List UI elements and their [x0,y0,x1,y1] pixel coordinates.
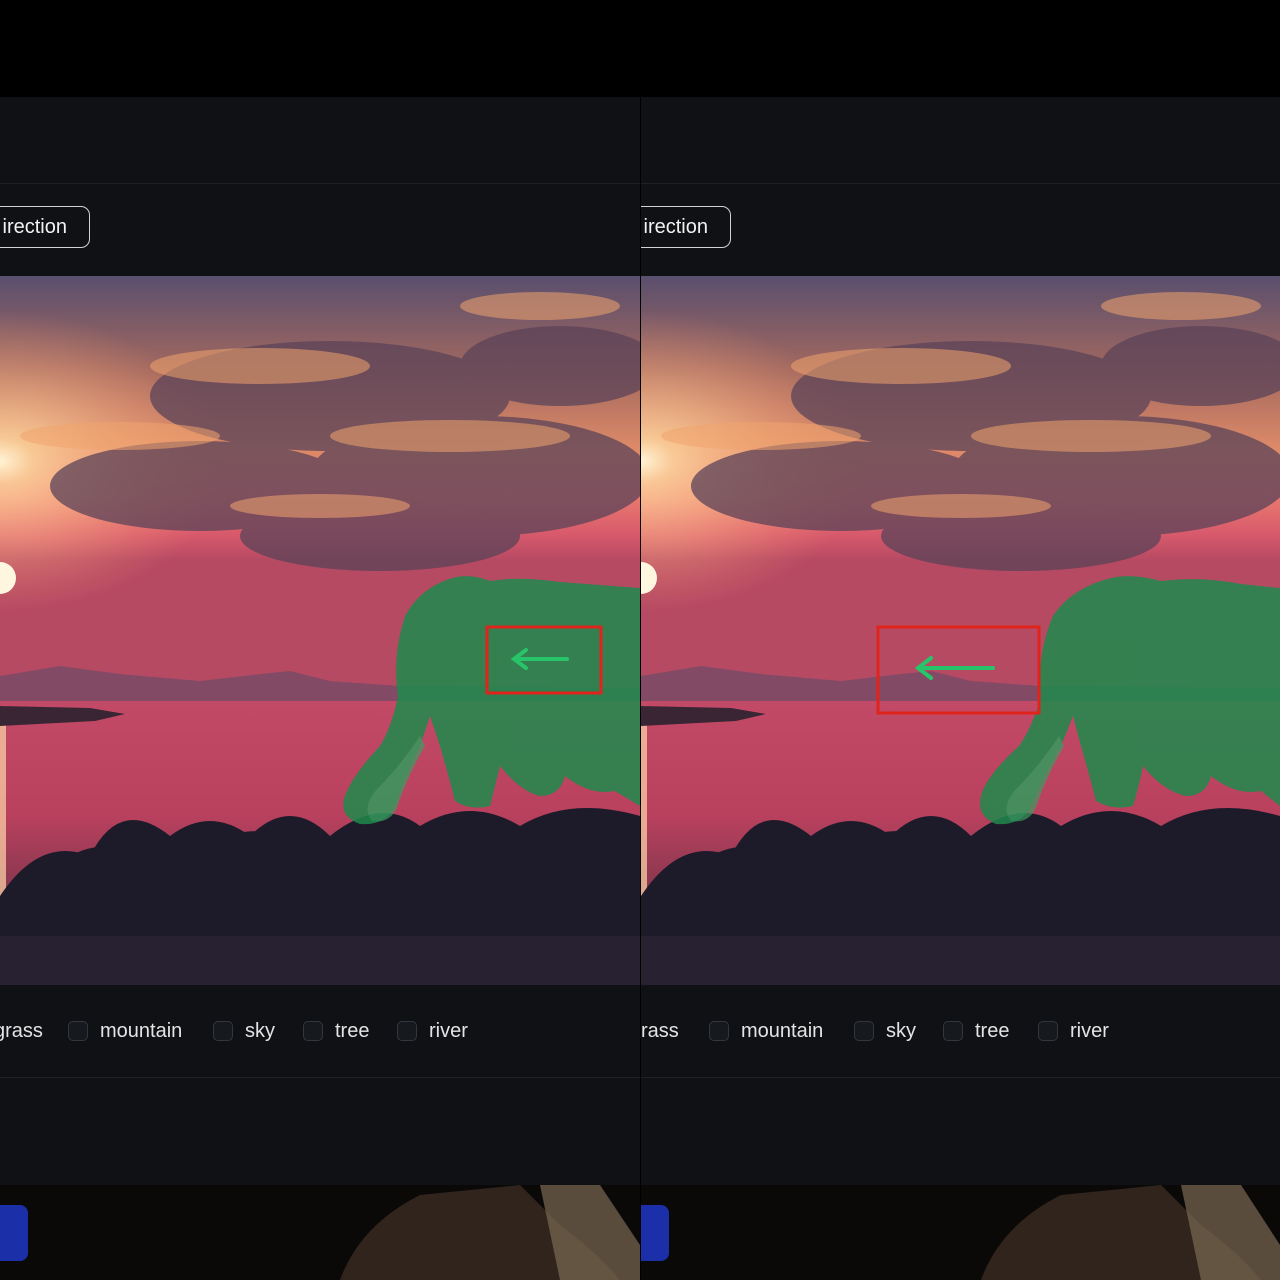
blue-button[interactable] [0,1205,28,1261]
legend-item-sky[interactable]: sky [213,985,275,1077]
legend-item-grass[interactable]: grass [0,985,43,1077]
legend-item-tree[interactable]: tree [943,985,1009,1077]
legend-item-grass[interactable]: rass [641,985,679,1077]
label-legend: rass mountain sky tree river [641,985,1280,1077]
scene-image [641,276,1280,985]
legend-item-sky[interactable]: sky [854,985,916,1077]
legend-item-river[interactable]: river [397,985,468,1077]
legend-item-mountain[interactable]: mountain [68,985,182,1077]
header-strip [641,97,1280,183]
toolbar-strip [0,184,640,276]
checkbox[interactable] [854,1021,874,1041]
checkbox[interactable] [397,1021,417,1041]
footer-strip [0,1077,640,1186]
top-bar [0,0,640,97]
footer-strip [641,1077,1280,1186]
checkbox[interactable] [709,1021,729,1041]
background-photo [0,1185,640,1280]
direction-button[interactable]: irection [0,206,90,248]
checkbox[interactable] [213,1021,233,1041]
after-panel: irection rass mountain sky tree river [641,0,1280,1280]
top-bar [641,0,1280,97]
scene-image [0,276,640,985]
toolbar-strip [641,184,1280,276]
legend-item-mountain[interactable]: mountain [709,985,823,1077]
direction-button[interactable]: irection [641,206,731,248]
checkbox[interactable] [303,1021,323,1041]
checkbox[interactable] [943,1021,963,1041]
legend-item-tree[interactable]: tree [303,985,369,1077]
legend-item-river[interactable]: river [1038,985,1109,1077]
checkbox[interactable] [68,1021,88,1041]
before-panel: irection rass mountain sky tree river [0,0,640,1280]
background-photo [641,1185,1280,1280]
blue-button[interactable] [641,1205,669,1261]
label-legend: grass mountain sky tree river [0,985,640,1077]
header-strip [0,97,640,183]
checkbox[interactable] [1038,1021,1058,1041]
